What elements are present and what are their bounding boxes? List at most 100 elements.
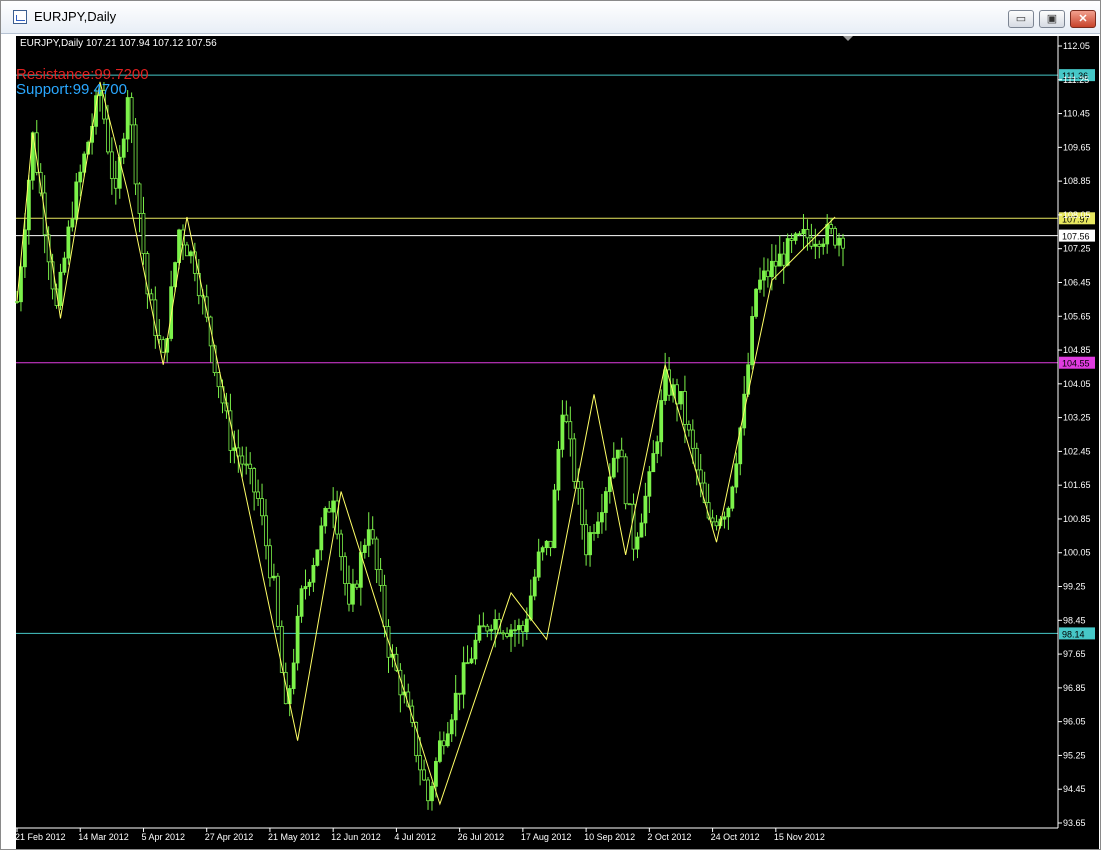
candle-body (580, 487, 585, 526)
candle-body (268, 545, 272, 579)
candle-body (240, 455, 245, 465)
candle-body (817, 243, 822, 247)
price-tick-label: 104.05 (1063, 379, 1091, 389)
candle-body (58, 271, 63, 306)
price-chart[interactable]: 111.36107.97107.56104.5598.14 112.05111.… (0, 0, 1101, 850)
candle-body (449, 719, 454, 735)
candle-body (528, 595, 533, 620)
time-tick-label: 5 Apr 2012 (141, 832, 185, 842)
candle-body (520, 625, 525, 633)
price-tick-label: 110.45 (1063, 109, 1090, 119)
time-tick-label: 21 May 2012 (268, 832, 320, 842)
candle-body (679, 391, 683, 405)
support-label: Support:99.4700 (16, 81, 127, 98)
candle-body (129, 97, 134, 126)
time-axis: 21 Feb 2012 14 Mar 2012 5 Apr 2012 27 Apr 2… (15, 827, 1058, 842)
price-tick-label: 107.25 (1063, 244, 1091, 254)
candle-body (15, 301, 19, 303)
candle-body (70, 218, 75, 228)
price-tick-label: 100.05 (1063, 548, 1091, 558)
candle-body (295, 615, 300, 664)
candle-body (758, 279, 762, 290)
candle-body (434, 761, 438, 787)
candle-body (568, 421, 573, 440)
time-tick-label: 4 Jul 2012 (394, 832, 436, 842)
candle-body (185, 244, 189, 257)
candle-body (188, 251, 193, 257)
candle-body (426, 779, 430, 802)
candle-body (722, 516, 727, 520)
candle-body (477, 625, 482, 641)
candle-body (354, 583, 359, 588)
candle-body (651, 453, 656, 473)
level-price-label-2: 107.56 (1062, 232, 1090, 242)
candle-body (588, 532, 592, 556)
time-tick-label: 12 Jun 2012 (331, 832, 381, 842)
candle-body (457, 692, 462, 695)
candle-body (544, 540, 549, 549)
level-price-label-3: 104.55 (1062, 359, 1090, 369)
candle-body (552, 489, 557, 549)
candle-body (726, 507, 731, 518)
time-tick-label: 27 Apr 2012 (205, 832, 254, 842)
candle-body (686, 424, 691, 431)
candle-body (62, 257, 67, 273)
candle-body (311, 564, 316, 583)
candle-body (66, 226, 71, 259)
level-price-label-4: 98.14 (1062, 629, 1085, 639)
price-tick-label: 93.65 (1063, 818, 1086, 828)
candle-body (584, 524, 589, 556)
candle-body (643, 495, 648, 524)
candles-layer (15, 82, 845, 811)
candle-body (548, 540, 553, 549)
price-tick-label: 103.25 (1063, 413, 1091, 423)
candle-body (710, 517, 715, 523)
candle-body (161, 339, 166, 353)
candle-body (469, 658, 474, 664)
candle-body (627, 503, 632, 506)
candle-body (564, 414, 569, 423)
price-tick-label: 102.45 (1063, 446, 1091, 456)
candle-body (754, 288, 758, 317)
candle-body (307, 581, 312, 587)
candle-body (133, 124, 138, 185)
candle-body (615, 449, 620, 459)
price-tick-label: 95.25 (1063, 750, 1086, 760)
candle-body (347, 583, 351, 605)
candle-body (785, 238, 790, 266)
candle-body (635, 536, 640, 550)
shift-marker-icon[interactable] (843, 36, 853, 41)
candle-body (683, 391, 687, 425)
time-tick-label: 15 Nov 2012 (774, 832, 825, 842)
candle-body (465, 662, 470, 665)
candle-body (663, 369, 668, 401)
candle-body (366, 529, 371, 546)
candle-body (441, 740, 446, 747)
candle-body (315, 549, 320, 566)
candle-body (343, 556, 347, 584)
price-tick-label: 105.65 (1063, 311, 1091, 321)
candle-body (252, 468, 257, 493)
candle-body (837, 237, 841, 246)
candle-body (730, 486, 735, 509)
candle-body (109, 151, 114, 179)
candle-body (690, 429, 695, 449)
candle-body (331, 500, 336, 513)
candle-body (639, 522, 644, 538)
candle-body (505, 633, 509, 637)
candle-body (299, 588, 304, 617)
candle-body (489, 629, 494, 632)
candle-body (556, 448, 561, 491)
candle-body (248, 463, 253, 469)
candle-body (149, 293, 154, 301)
candle-body (801, 228, 806, 235)
candle-body (603, 491, 608, 513)
time-tick-label: 24 Oct 2012 (711, 832, 760, 842)
candle-body (473, 639, 478, 660)
candle-body (766, 270, 770, 278)
candle-body (105, 118, 110, 153)
candle-body (655, 441, 660, 454)
candle-body (797, 233, 802, 236)
time-tick-label: 17 Aug 2012 (521, 832, 572, 842)
price-tick-label: 108.05 (1063, 210, 1091, 220)
